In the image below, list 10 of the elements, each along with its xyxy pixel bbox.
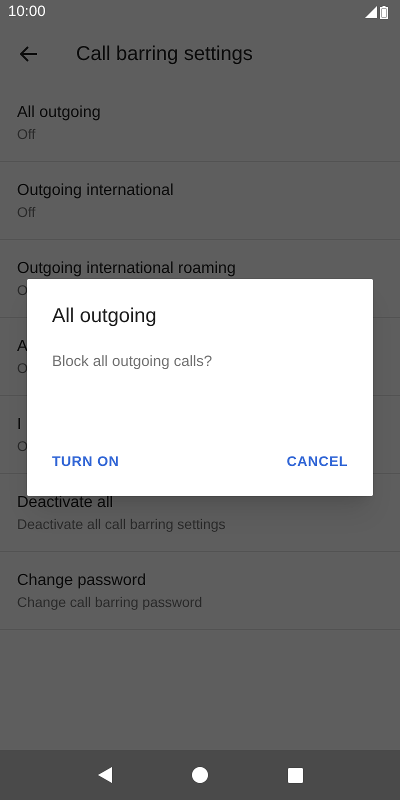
toolbar-title: Call barring settings	[76, 42, 253, 67]
dialog-message: Block all outgoing calls?	[52, 352, 214, 372]
recents-nav-icon[interactable]	[288, 768, 302, 782]
status-time: 10:00	[8, 2, 46, 22]
back-nav-icon[interactable]	[98, 767, 112, 783]
back-arrow-icon	[20, 46, 38, 62]
home-nav-icon[interactable]	[192, 767, 208, 783]
signal-icon	[365, 6, 377, 18]
dialog-title: All outgoing	[52, 304, 158, 329]
battery-icon	[380, 6, 388, 18]
